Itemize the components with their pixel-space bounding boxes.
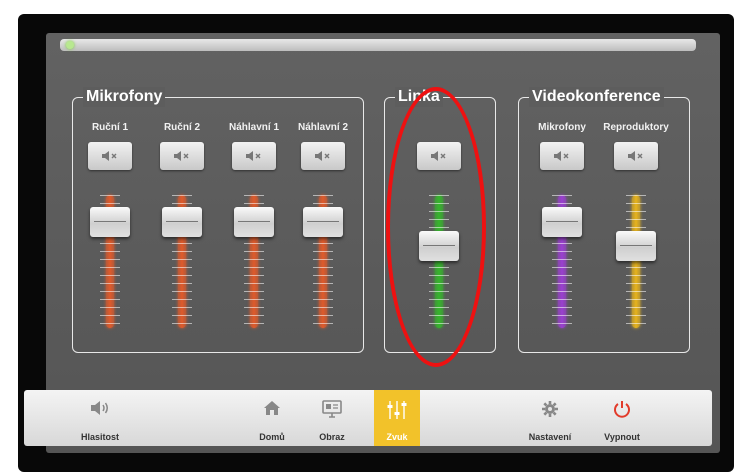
gear-icon: [542, 401, 558, 417]
fader-scale: [626, 195, 646, 328]
fader-vc-mikrofony[interactable]: [542, 195, 582, 328]
monitor-icon: [322, 400, 342, 418]
nav-label-obraz: Obraz: [319, 432, 345, 442]
nav-nastaveni[interactable]: Nastavení: [520, 390, 580, 446]
fader-knob[interactable]: [303, 207, 343, 237]
mute-button-rucni-2[interactable]: [160, 142, 204, 170]
channel-label-vc-mikrofony: Mikrofony: [538, 122, 586, 133]
channel-label-nahlavni-1: Náhlavní 1: [228, 122, 280, 133]
speaker-mute-icon: [554, 151, 569, 161]
sliders-icon: [387, 401, 407, 419]
fader-nahlavni-1[interactable]: [234, 195, 274, 328]
status-led: [66, 41, 74, 49]
nav-label-domu: Domů: [259, 432, 285, 442]
speaker-mute-icon: [102, 151, 117, 161]
speaker-icon: [91, 401, 108, 415]
speaker-mute-icon: [174, 151, 189, 161]
fader-knob[interactable]: [542, 207, 582, 237]
fader-vc-reproduktory[interactable]: [616, 195, 656, 328]
channel-label-rucni-1: Ruční 1: [91, 122, 129, 133]
fader-nahlavni-2[interactable]: [303, 195, 343, 328]
power-icon: [614, 401, 630, 418]
channel-label-nahlavni-2: Náhlavní 2: [297, 122, 349, 133]
mute-button-nahlavni-2[interactable]: [301, 142, 345, 170]
mute-button-vc-reproduktory[interactable]: [614, 142, 658, 170]
nav-vypnout[interactable]: Vypnout: [592, 390, 652, 446]
bottom-nav-bar: Hlasitost Domů Obraz Zvuk Nastavení Vypn…: [24, 390, 712, 446]
nav-hlasitost[interactable]: Hlasitost: [65, 390, 135, 446]
channel-label-rucni-2: Ruční 2: [163, 122, 201, 133]
group-title-videokonference: Videokonference: [529, 87, 664, 107]
home-icon: [264, 401, 280, 415]
fader-knob[interactable]: [234, 207, 274, 237]
nav-label-vypnout: Vypnout: [604, 432, 640, 442]
speaker-mute-icon: [246, 151, 261, 161]
speaker-mute-icon: [315, 151, 330, 161]
nav-label-hlasitost: Hlasitost: [80, 432, 120, 442]
fader-rucni-2[interactable]: [162, 195, 202, 328]
channel-label-vc-reproduktory: Reproduktory: [603, 122, 669, 133]
fader-knob[interactable]: [90, 207, 130, 237]
speaker-mute-icon: [628, 151, 643, 161]
fader-knob[interactable]: [616, 231, 656, 261]
nav-domu[interactable]: Domů: [242, 390, 302, 446]
nav-label-zvuk: Zvuk: [386, 432, 408, 442]
status-bar: [60, 39, 696, 51]
nav-label-nastaveni: Nastavení: [528, 432, 572, 442]
mute-button-nahlavni-1[interactable]: [232, 142, 276, 170]
fader-rucni-1[interactable]: [90, 195, 130, 328]
red-annotation-ellipse: [386, 87, 486, 367]
group-title-mikrofony: Mikrofony: [83, 87, 166, 107]
nav-obraz[interactable]: Obraz: [307, 390, 357, 446]
nav-zvuk[interactable]: Zvuk: [374, 390, 420, 446]
mute-button-rucni-1[interactable]: [88, 142, 132, 170]
fader-knob[interactable]: [162, 207, 202, 237]
mute-button-vc-mikrofony[interactable]: [540, 142, 584, 170]
